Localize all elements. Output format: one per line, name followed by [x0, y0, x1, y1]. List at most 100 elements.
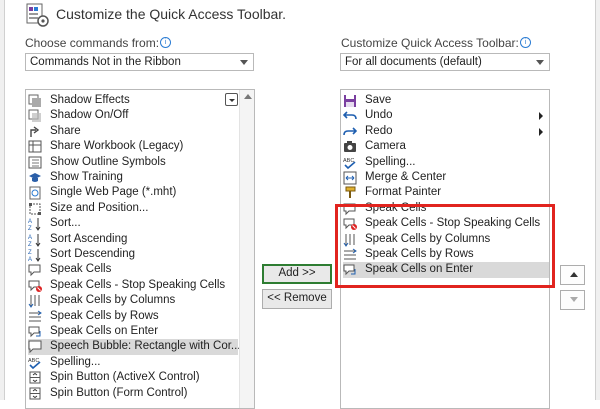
available-command-item-label: Share — [50, 124, 81, 137]
toolbar-command-item-label: Camera — [365, 140, 406, 153]
format-painter-icon — [343, 186, 357, 199]
available-command-item-label: Shadow On/Off — [50, 109, 129, 122]
undo-icon — [342, 109, 357, 122]
available-command-item[interactable]: A Z Sort Ascending — [28, 232, 238, 248]
svg-text:Z: Z — [28, 226, 32, 231]
share-icon — [28, 125, 42, 138]
available-commands-list[interactable]: Shadow Effects Shadow On/Off Share Share Wo… — [25, 89, 255, 409]
left-list-scrollbar[interactable] — [239, 90, 254, 408]
choose-commands-dropdown[interactable]: Commands Not in the Ribbon — [25, 53, 254, 71]
training-icon — [28, 171, 42, 184]
customize-qat-value: For all documents (default) — [345, 56, 482, 68]
available-command-item-label: Sort Descending — [50, 248, 136, 260]
available-command-item-label: Speech Bubble: Rectangle with Cor... — [50, 340, 241, 353]
available-command-item[interactable]: Share — [28, 124, 238, 139]
available-command-item-label: Sort Ascending — [50, 232, 128, 245]
toolbar-command-item[interactable]: Undo — [342, 108, 549, 123]
available-command-item[interactable]: Z A Sort Descending — [28, 247, 238, 263]
web-page-icon — [28, 186, 42, 200]
toolbar-customize-icon — [24, 2, 50, 28]
chevron-down-icon — [240, 60, 248, 65]
toolbar-command-item-label: Redo — [365, 124, 393, 137]
share-workbook-icon — [28, 140, 42, 153]
info-icon: i — [519, 37, 531, 48]
available-command-item-label: Sort... — [50, 217, 81, 230]
toolbar-command-item[interactable]: Save — [343, 93, 549, 108]
available-command-item[interactable]: Speech Bubble: Rectangle with Cor... — [28, 339, 241, 355]
available-command-item[interactable]: Speak Cells on Enter — [28, 324, 238, 339]
move-up-button[interactable] — [560, 265, 585, 285]
info-icon: i — [160, 37, 172, 48]
sort-icon: AZ — [28, 217, 42, 232]
customize-qat-dropdown[interactable]: For all documents (default) — [340, 53, 550, 71]
scroll-up-icon[interactable] — [244, 94, 252, 99]
toolbar-command-item[interactable]: Format Painter — [343, 185, 549, 200]
toolbar-command-item[interactable]: ABC Spelling... — [343, 155, 549, 170]
add-button-label: Add >> — [278, 267, 316, 279]
available-command-item-label: Share Workbook (Legacy) — [50, 140, 184, 153]
toolbar-command-item-label: Merge & Center — [365, 171, 447, 183]
remove-button-label: << Remove — [267, 292, 327, 304]
speak-rows-icon — [28, 310, 42, 323]
available-command-item[interactable]: ABC Spelling... — [28, 355, 238, 370]
svg-text:A: A — [28, 257, 32, 262]
available-command-item[interactable]: Speak Cells by Columns — [28, 293, 238, 309]
dialog-title: Customize the Quick Access Toolbar. — [56, 6, 287, 22]
toolbar-command-item-label: Format Painter — [365, 186, 442, 199]
spin-activex-icon — [28, 371, 42, 384]
toolbar-command-item[interactable]: Redo — [343, 124, 549, 139]
available-command-item[interactable]: Size and Position... — [28, 201, 238, 216]
available-command-item[interactable]: Shadow On/Off — [28, 108, 238, 123]
available-command-item[interactable]: A Z Sort... — [28, 216, 238, 232]
spin-form-icon — [28, 387, 42, 400]
camera-icon — [343, 140, 357, 153]
available-command-item-label: Size and Position... — [50, 201, 149, 214]
redo-icon — [343, 125, 358, 138]
svg-text:A: A — [28, 235, 32, 241]
customize-qat-text: Customize Quick Access Toolbar: — [341, 36, 519, 50]
sort-ascending-icon: AZ — [28, 233, 42, 248]
highlight-box — [335, 204, 555, 288]
choose-commands-value: Commands Not in the Ribbon — [30, 56, 181, 68]
available-command-item[interactable]: Speak Cells — [28, 262, 238, 277]
toolbar-command-item[interactable]: Merge & Center — [343, 170, 549, 185]
chevron-right-icon — [539, 112, 543, 121]
dialog-right-edge — [595, 0, 600, 400]
available-command-item[interactable]: Share Workbook (Legacy) — [28, 139, 238, 154]
available-command-item[interactable]: Spin Button (Form Control) — [28, 386, 238, 401]
available-command-item-label: Single Web Page (*.mht) — [50, 186, 177, 199]
svg-text:Z: Z — [28, 250, 32, 256]
move-down-button[interactable] — [560, 290, 585, 310]
add-button[interactable]: Add >> — [262, 264, 332, 284]
speak-enter-icon — [28, 325, 42, 338]
toolbar-command-item[interactable]: Camera — [343, 139, 549, 154]
available-command-item[interactable]: Speak Cells by Rows — [28, 309, 238, 324]
available-command-item[interactable]: Spin Button (ActiveX Control) — [28, 370, 238, 385]
merge-center-icon — [343, 171, 357, 185]
size-position-icon — [28, 202, 42, 215]
available-command-item[interactable]: Shadow Effects — [28, 93, 238, 108]
speech-bubble-icon — [28, 340, 42, 354]
toolbar-command-item-label: Undo — [365, 109, 393, 122]
available-command-item-label: Speak Cells by Columns — [50, 294, 176, 307]
choose-commands-label: Choose commands from: i — [25, 36, 172, 50]
svg-text:Z: Z — [28, 242, 32, 247]
arrow-up-icon — [570, 272, 578, 277]
available-command-item-label: Spin Button (ActiveX Control) — [50, 371, 200, 384]
toolbar-command-item-label: Spelling... — [365, 155, 416, 168]
remove-button[interactable]: << Remove — [262, 289, 332, 309]
stop-speaking-icon — [28, 279, 42, 292]
available-command-item[interactable]: Show Outline Symbols — [28, 155, 238, 170]
speak-cells-icon — [28, 263, 42, 277]
choose-commands-text: Choose commands from: — [25, 36, 160, 50]
svg-text:A: A — [28, 219, 32, 225]
chevron-right-icon — [539, 127, 543, 136]
shadow-onoff-icon — [28, 109, 42, 123]
available-command-item[interactable]: Single Web Page (*.mht) — [28, 185, 238, 200]
outline-symbols-icon — [28, 156, 42, 169]
toolbar-command-item-label: Save — [365, 94, 392, 106]
available-command-item[interactable]: Speak Cells - Stop Speaking Cells — [28, 278, 238, 293]
available-command-item-label: Show Outline Symbols — [50, 155, 166, 168]
available-command-item[interactable]: Show Training — [28, 170, 238, 185]
shadow-effects-icon — [28, 94, 42, 107]
